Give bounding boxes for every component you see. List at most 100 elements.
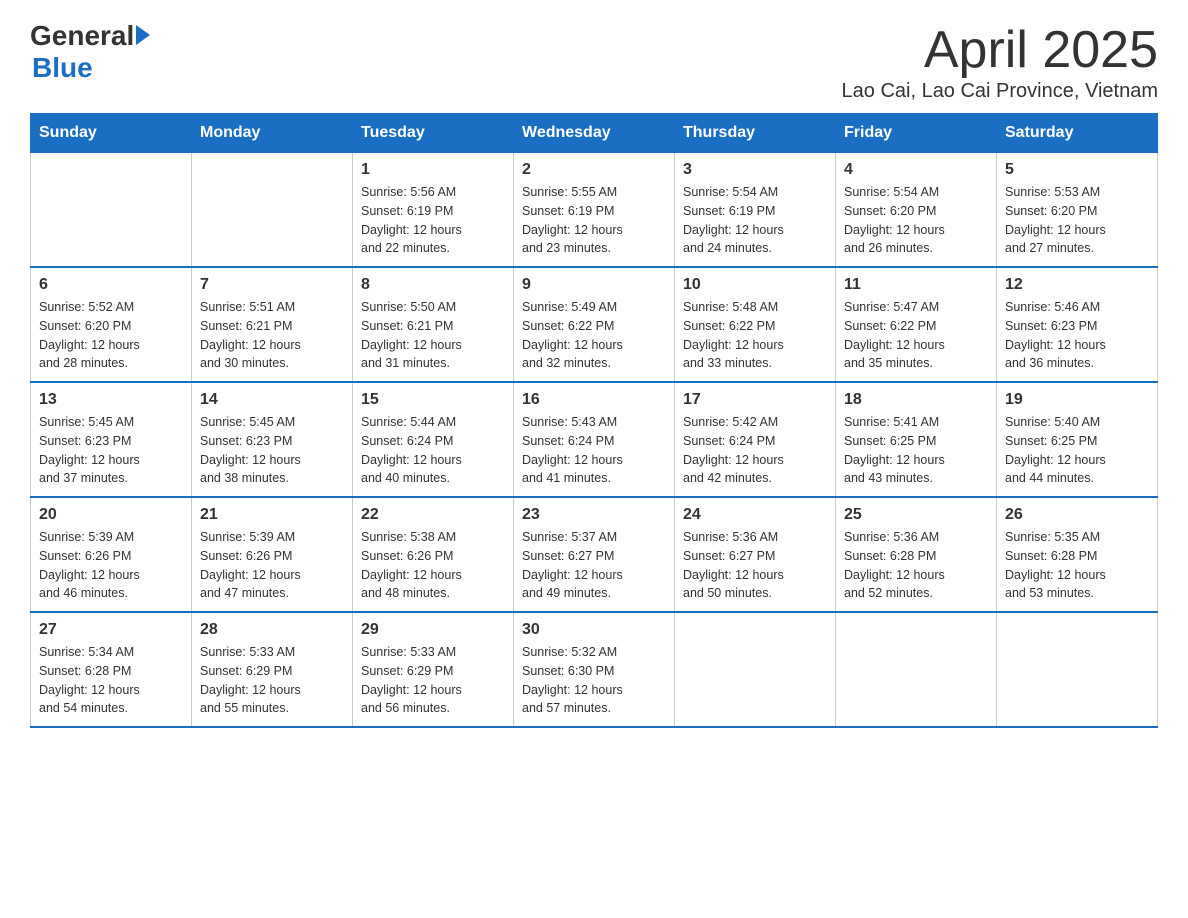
calendar-cell: 22Sunrise: 5:38 AMSunset: 6:26 PMDayligh… xyxy=(353,497,514,612)
calendar-cell: 19Sunrise: 5:40 AMSunset: 6:25 PMDayligh… xyxy=(997,382,1158,497)
day-number: 24 xyxy=(683,506,827,524)
day-info: Sunrise: 5:36 AMSunset: 6:28 PMDaylight:… xyxy=(844,528,988,603)
day-info: Sunrise: 5:36 AMSunset: 6:27 PMDaylight:… xyxy=(683,528,827,603)
calendar-cell: 23 Sunrise: 5:37 AMSunset: 6:27 PMDayligh… xyxy=(514,497,675,612)
col-wednesday: Wednesday xyxy=(514,114,675,153)
day-info: Sunrise: 5:34 AMSunset: 6:28 PMDaylight:… xyxy=(39,643,183,718)
col-monday: Monday xyxy=(192,114,353,153)
day-info: Sunrise: 5:39 AMSunset: 6:26 PMDaylight:… xyxy=(39,528,183,603)
calendar-week-3: 13 Sunrise: 5:45 AMSunset: 6:23 PMDayligh… xyxy=(31,382,1158,497)
calendar-cell: 5Sunrise: 5:53 AMSunset: 6:20 PMDaylight… xyxy=(997,153,1158,268)
calendar-cell: 8Sunrise: 5:50 AMSunset: 6:21 PMDaylight… xyxy=(353,267,514,382)
calendar-cell: 28 Sunrise: 5:33 AMSunset: 6:29 PMDayligh… xyxy=(192,612,353,727)
day-number: 12 xyxy=(1005,276,1149,294)
day-number: 25 xyxy=(844,506,988,524)
day-number: 4 xyxy=(844,161,988,179)
calendar-cell xyxy=(997,612,1158,727)
day-number: 20 xyxy=(39,506,183,524)
day-number: 8 xyxy=(361,276,505,294)
day-info: Sunrise: 5:47 AMSunset: 6:22 PMDaylight:… xyxy=(844,298,988,373)
day-info: Sunrise: 5:39 AMSunset: 6:26 PMDaylight:… xyxy=(200,528,344,603)
logo-general: General xyxy=(30,20,134,52)
day-info: Sunrise: 5:49 AMSunset: 6:22 PMDaylight:… xyxy=(522,298,666,373)
calendar-title: April 2025 xyxy=(842,20,1158,80)
calendar-cell: 13 Sunrise: 5:45 AMSunset: 6:23 PMDayligh… xyxy=(31,382,192,497)
col-friday: Friday xyxy=(836,114,997,153)
calendar-cell xyxy=(192,153,353,268)
calendar-cell: 10 Sunrise: 5:48 AMSunset: 6:22 PMDayligh… xyxy=(675,267,836,382)
day-info: Sunrise: 5:48 AMSunset: 6:22 PMDaylight:… xyxy=(683,298,827,373)
day-info: Sunrise: 5:45 AMSunset: 6:23 PMDaylight:… xyxy=(200,413,344,488)
day-info: Sunrise: 5:33 AMSunset: 6:29 PMDaylight:… xyxy=(200,643,344,718)
day-info: Sunrise: 5:55 AMSunset: 6:19 PMDaylight:… xyxy=(522,183,666,258)
calendar-week-5: 27 Sunrise: 5:34 AMSunset: 6:28 PMDayligh… xyxy=(31,612,1158,727)
calendar-cell: 1 Sunrise: 5:56 AMSunset: 6:19 PMDaylight… xyxy=(353,153,514,268)
calendar-cell: 7Sunrise: 5:51 AMSunset: 6:21 PMDaylight… xyxy=(192,267,353,382)
calendar-cell: 17 Sunrise: 5:42 AMSunset: 6:24 PMDayligh… xyxy=(675,382,836,497)
calendar-cell: 27 Sunrise: 5:34 AMSunset: 6:28 PMDayligh… xyxy=(31,612,192,727)
calendar-cell xyxy=(675,612,836,727)
day-number: 15 xyxy=(361,391,505,409)
day-number: 22 xyxy=(361,506,505,524)
day-number: 9 xyxy=(522,276,666,294)
calendar-cell xyxy=(31,153,192,268)
day-info: Sunrise: 5:51 AMSunset: 6:21 PMDaylight:… xyxy=(200,298,344,373)
day-info: Sunrise: 5:52 AMSunset: 6:20 PMDaylight:… xyxy=(39,298,183,373)
calendar-cell: 26Sunrise: 5:35 AMSunset: 6:28 PMDayligh… xyxy=(997,497,1158,612)
calendar-cell: 4 Sunrise: 5:54 AMSunset: 6:20 PMDaylight… xyxy=(836,153,997,268)
calendar-week-2: 6 Sunrise: 5:52 AMSunset: 6:20 PMDaylight… xyxy=(31,267,1158,382)
day-number: 17 xyxy=(683,391,827,409)
calendar-cell xyxy=(836,612,997,727)
calendar-week-4: 20 Sunrise: 5:39 AMSunset: 6:26 PMDayligh… xyxy=(31,497,1158,612)
title-block: April 2025 Lao Cai, Lao Cai Province, Vi… xyxy=(842,20,1158,103)
day-number: 21 xyxy=(200,506,344,524)
day-number: 27 xyxy=(39,621,183,639)
day-number: 3 xyxy=(683,161,827,179)
day-number: 23 xyxy=(522,506,666,524)
calendar-cell: 11 Sunrise: 5:47 AMSunset: 6:22 PMDayligh… xyxy=(836,267,997,382)
col-thursday: Thursday xyxy=(675,114,836,153)
calendar-cell: 12Sunrise: 5:46 AMSunset: 6:23 PMDayligh… xyxy=(997,267,1158,382)
day-number: 28 xyxy=(200,621,344,639)
calendar-table: Sunday Monday Tuesday Wednesday Thursday… xyxy=(30,113,1158,728)
col-saturday: Saturday xyxy=(997,114,1158,153)
day-info: Sunrise: 5:40 AMSunset: 6:25 PMDaylight:… xyxy=(1005,413,1149,488)
day-number: 13 xyxy=(39,391,183,409)
calendar-cell: 15 Sunrise: 5:44 AMSunset: 6:24 PMDayligh… xyxy=(353,382,514,497)
day-number: 11 xyxy=(844,276,988,294)
logo: General Blue xyxy=(30,20,150,84)
day-info: Sunrise: 5:35 AMSunset: 6:28 PMDaylight:… xyxy=(1005,528,1149,603)
day-info: Sunrise: 5:32 AMSunset: 6:30 PMDaylight:… xyxy=(522,643,666,718)
day-number: 5 xyxy=(1005,161,1149,179)
day-number: 10 xyxy=(683,276,827,294)
day-info: Sunrise: 5:56 AMSunset: 6:19 PMDaylight:… xyxy=(361,183,505,258)
day-info: Sunrise: 5:54 AMSunset: 6:20 PMDaylight:… xyxy=(844,183,988,258)
day-number: 18 xyxy=(844,391,988,409)
day-number: 2 xyxy=(522,161,666,179)
logo-blue: Blue xyxy=(32,52,93,84)
calendar-cell: 29 Sunrise: 5:33 AMSunset: 6:29 PMDayligh… xyxy=(353,612,514,727)
calendar-cell: 16Sunrise: 5:43 AMSunset: 6:24 PMDayligh… xyxy=(514,382,675,497)
calendar-cell: 18 Sunrise: 5:41 AMSunset: 6:25 PMDayligh… xyxy=(836,382,997,497)
day-number: 6 xyxy=(39,276,183,294)
day-info: Sunrise: 5:45 AMSunset: 6:23 PMDaylight:… xyxy=(39,413,183,488)
logo-arrow-icon xyxy=(136,25,150,45)
day-number: 1 xyxy=(361,161,505,179)
calendar-cell: 9 Sunrise: 5:49 AMSunset: 6:22 PMDaylight… xyxy=(514,267,675,382)
day-info: Sunrise: 5:33 AMSunset: 6:29 PMDaylight:… xyxy=(361,643,505,718)
day-number: 16 xyxy=(522,391,666,409)
day-number: 29 xyxy=(361,621,505,639)
day-info: Sunrise: 5:41 AMSunset: 6:25 PMDaylight:… xyxy=(844,413,988,488)
calendar-cell: 25 Sunrise: 5:36 AMSunset: 6:28 PMDayligh… xyxy=(836,497,997,612)
calendar-cell: 6 Sunrise: 5:52 AMSunset: 6:20 PMDaylight… xyxy=(31,267,192,382)
day-info: Sunrise: 5:54 AMSunset: 6:19 PMDaylight:… xyxy=(683,183,827,258)
day-info: Sunrise: 5:42 AMSunset: 6:24 PMDaylight:… xyxy=(683,413,827,488)
col-sunday: Sunday xyxy=(31,114,192,153)
page-header: General Blue April 2025 Lao Cai, Lao Cai… xyxy=(30,20,1158,103)
calendar-header-row: Sunday Monday Tuesday Wednesday Thursday… xyxy=(31,114,1158,153)
col-tuesday: Tuesday xyxy=(353,114,514,153)
day-info: Sunrise: 5:44 AMSunset: 6:24 PMDaylight:… xyxy=(361,413,505,488)
calendar-cell: 14Sunrise: 5:45 AMSunset: 6:23 PMDayligh… xyxy=(192,382,353,497)
day-info: Sunrise: 5:37 AMSunset: 6:27 PMDaylight:… xyxy=(522,528,666,603)
calendar-cell: 24 Sunrise: 5:36 AMSunset: 6:27 PMDayligh… xyxy=(675,497,836,612)
